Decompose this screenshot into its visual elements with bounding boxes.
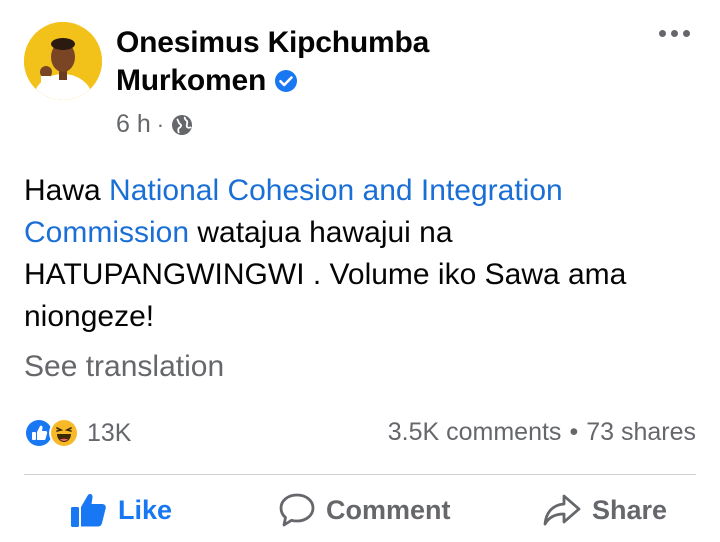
author-name-surname[interactable]: Murkomen xyxy=(116,64,266,97)
post-meta: 6 h · xyxy=(116,110,194,139)
like-button[interactable]: Like xyxy=(70,492,172,528)
comment-button[interactable]: Comment xyxy=(278,492,451,528)
more-options-icon[interactable] xyxy=(659,30,690,37)
comment-icon xyxy=(279,493,315,527)
comment-label: Comment xyxy=(326,494,451,525)
engagement-stats: 3.5K comments • 73 shares xyxy=(388,418,696,447)
author-name-line-1[interactable]: Onesimus Kipchumba xyxy=(116,24,429,62)
more-dot xyxy=(683,30,690,37)
thumbs-up-icon xyxy=(71,493,106,527)
see-translation-link[interactable]: See translation xyxy=(24,350,224,384)
verified-badge-icon xyxy=(275,70,298,92)
action-bar: Like Comment Share xyxy=(0,492,720,542)
reactions-count[interactable]: 13K xyxy=(87,419,131,448)
post-text-prefix: Hawa xyxy=(24,174,110,207)
author-name[interactable]: Onesimus Kipchumba Murkomen xyxy=(116,24,429,100)
globe-icon[interactable] xyxy=(170,113,194,137)
more-dot xyxy=(671,30,678,37)
reactions-summary[interactable]: 13K xyxy=(24,418,131,448)
post-text: Hawa National Cohesion and Integration C… xyxy=(24,170,694,338)
like-label: Like xyxy=(118,494,173,525)
stats-separator: • xyxy=(569,418,579,446)
shares-count[interactable]: 73 shares xyxy=(586,418,696,447)
divider xyxy=(24,474,696,475)
avatar-photo xyxy=(24,22,102,100)
share-icon xyxy=(543,494,581,526)
share-button[interactable]: Share xyxy=(542,492,667,528)
haha-reaction-icon xyxy=(49,418,79,448)
share-label: Share xyxy=(592,494,668,525)
meta-separator: · xyxy=(156,111,165,137)
post-time[interactable]: 6 h xyxy=(116,110,151,139)
author-name-line-2[interactable]: Murkomen xyxy=(116,62,429,100)
more-dot xyxy=(659,30,666,37)
avatar[interactable] xyxy=(24,22,102,100)
comments-count[interactable]: 3.5K comments xyxy=(388,418,562,447)
